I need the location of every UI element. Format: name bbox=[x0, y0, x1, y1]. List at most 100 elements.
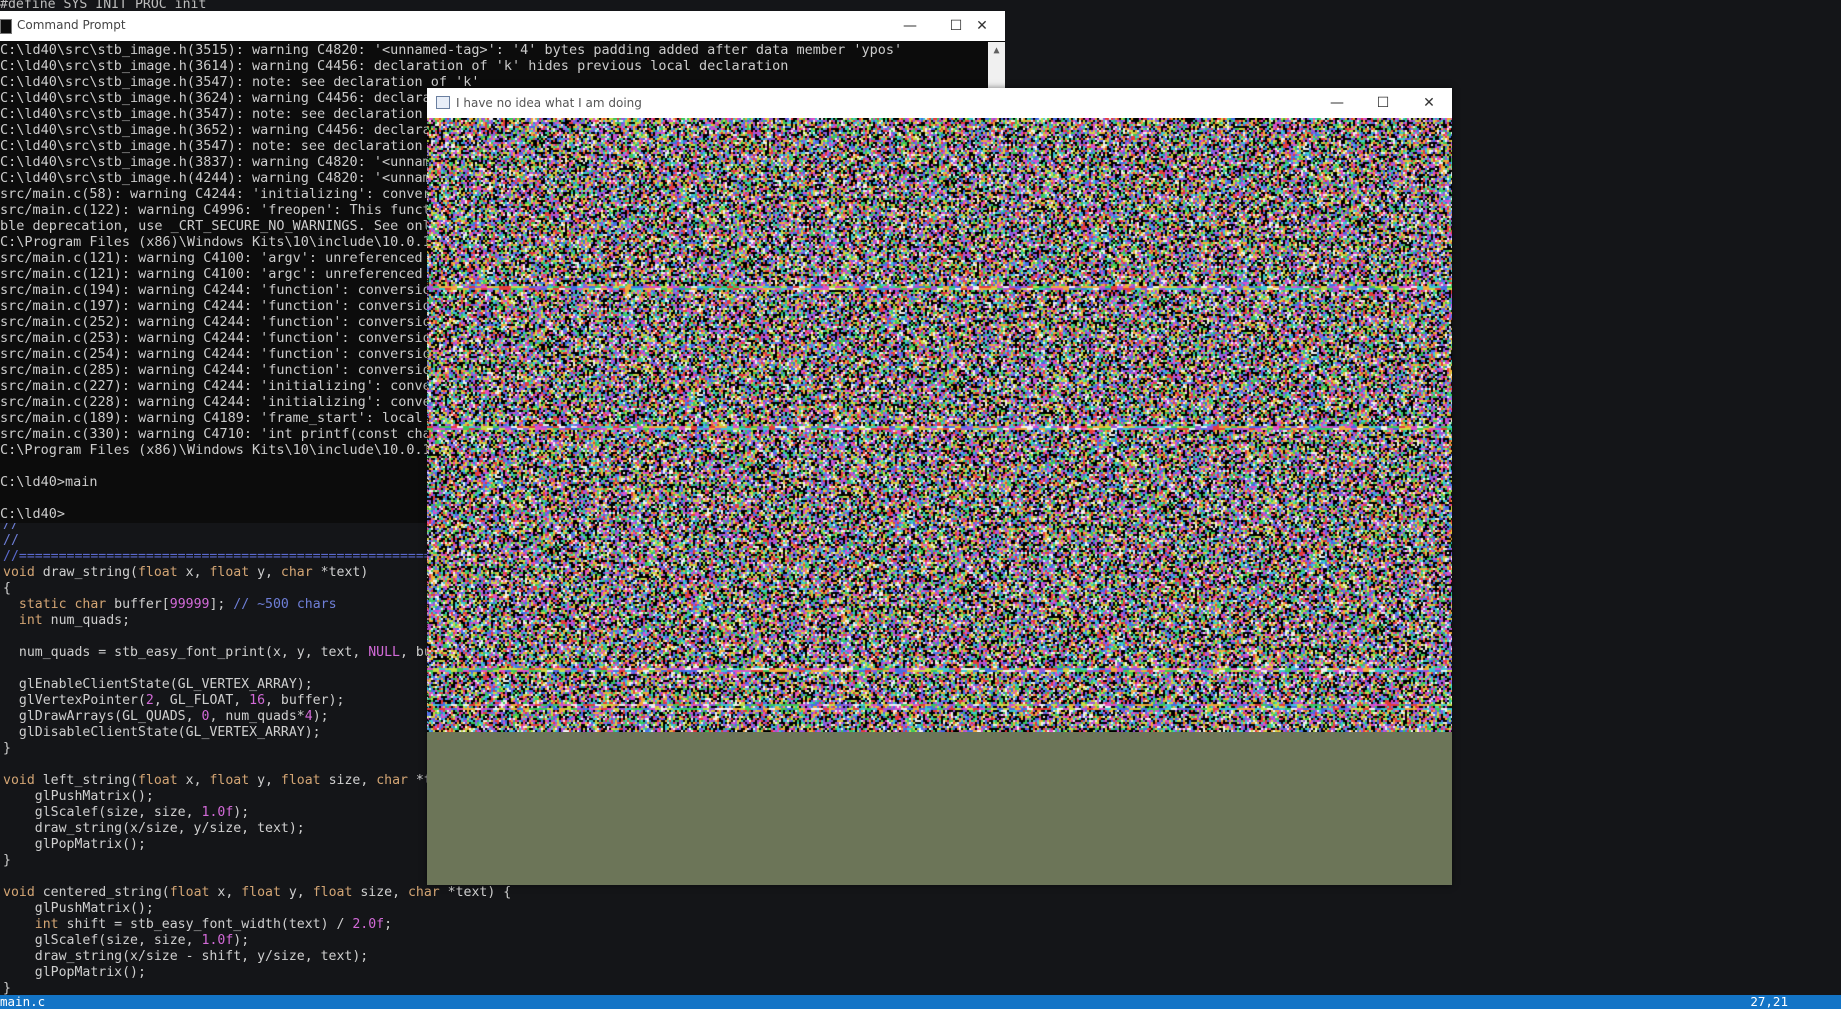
code-token: // bbox=[3, 533, 19, 548]
cmd-close-button[interactable]: ✕ bbox=[959, 11, 1005, 41]
code-token: ]; bbox=[209, 597, 234, 612]
code-token: char bbox=[280, 565, 313, 580]
code-token: , buffer); bbox=[265, 693, 345, 708]
garbled-texture-render bbox=[427, 118, 1452, 732]
minimize-icon: — bbox=[903, 18, 917, 34]
code-token: static char bbox=[18, 597, 107, 612]
cmd-titlebar[interactable]: Command Prompt — ☐ ✕ bbox=[0, 11, 1005, 41]
code-line: draw_string(x/size - shift, y/size, text… bbox=[3, 949, 606, 965]
code-token: glEnableClientState(GL_VERTEX_ARRAY); bbox=[3, 677, 313, 692]
code-token: NULL bbox=[368, 645, 400, 660]
code-token: *text) bbox=[312, 565, 369, 580]
code-token: x, bbox=[177, 565, 210, 580]
gl-close-button[interactable]: ✕ bbox=[1406, 88, 1452, 118]
code-token: 4 bbox=[304, 709, 313, 724]
code-token: size, bbox=[352, 885, 408, 900]
code-token: glPopMatrix(); bbox=[3, 837, 146, 852]
code-token: y, bbox=[249, 565, 281, 580]
code-token: int bbox=[34, 917, 59, 932]
code-token: float bbox=[137, 565, 178, 580]
status-bar: main.c 27,21 bbox=[0, 995, 1841, 1009]
code-token: float bbox=[209, 773, 250, 788]
code-token: float bbox=[280, 773, 321, 788]
code-token: void bbox=[3, 885, 35, 900]
code-token: left_string( bbox=[34, 773, 138, 788]
code-token: 1.0f bbox=[201, 805, 234, 820]
app-window-icon bbox=[436, 96, 450, 109]
code-token: void bbox=[3, 565, 35, 580]
code-token: glVertexPointer( bbox=[3, 693, 146, 708]
code-token: glDisableClientState(GL_VERTEX_ARRAY); bbox=[3, 725, 321, 740]
code-token: buffer[ bbox=[106, 597, 170, 612]
status-filename: main.c bbox=[0, 994, 46, 1009]
code-token: y, bbox=[280, 885, 313, 900]
code-token: 2 bbox=[145, 693, 154, 708]
cmd-minimize-button[interactable]: — bbox=[887, 11, 933, 41]
code-token: // ~500 chars bbox=[233, 597, 337, 612]
code-token: *text) { bbox=[439, 885, 512, 900]
code-token: size, bbox=[320, 773, 377, 788]
code-token: y, bbox=[249, 773, 281, 788]
code-token: } bbox=[3, 741, 11, 756]
code-token: float bbox=[209, 565, 250, 580]
code-token: //======================================… bbox=[3, 549, 472, 564]
minimize-icon: — bbox=[1330, 95, 1344, 111]
code-token: void bbox=[3, 773, 35, 788]
cmd-title: Command Prompt bbox=[17, 18, 126, 32]
code-token: x, bbox=[177, 773, 210, 788]
code-token: glPopMatrix(); bbox=[3, 965, 146, 980]
code-token: float bbox=[241, 885, 281, 900]
code-token: 99999 bbox=[169, 597, 210, 612]
status-cursor-position: 27,21 bbox=[1750, 994, 1788, 1009]
code-token: glPushMatrix(); bbox=[3, 901, 154, 916]
code-token: 16 bbox=[249, 693, 266, 708]
code-token: char bbox=[407, 885, 440, 900]
code-line: glPopMatrix(); bbox=[3, 965, 606, 981]
code-token: 1.0f bbox=[201, 933, 234, 948]
code-line: void centered_string(float x, float y, f… bbox=[3, 885, 606, 901]
code-token: , num_quads* bbox=[209, 709, 305, 724]
code-token: 2.0f bbox=[352, 917, 385, 932]
gl-render-area[interactable] bbox=[427, 118, 1452, 885]
code-token: ); bbox=[233, 933, 250, 948]
code-token: glScalef(size, size, bbox=[3, 933, 202, 948]
editor-top-line: #define SYS_INIT_PROC init bbox=[0, 0, 207, 10]
code-token: num_quads; bbox=[42, 613, 131, 628]
console-line: C:\ld40\src\stb_image.h(3614): warning C… bbox=[0, 58, 789, 74]
gl-titlebar[interactable]: I have no idea what I am doing — ☐ ✕ bbox=[427, 88, 1452, 118]
code-token: ); bbox=[233, 805, 250, 820]
code-token: } bbox=[3, 853, 11, 868]
gl-window[interactable]: I have no idea what I am doing — ☐ ✕ bbox=[427, 88, 1452, 885]
console-line: C:\ld40\src\stb_image.h(3515): warning C… bbox=[0, 42, 903, 58]
code-token: glPushMatrix(); bbox=[3, 789, 154, 804]
code-token: ); bbox=[312, 709, 329, 724]
code-token: int bbox=[18, 613, 43, 628]
code-token: char bbox=[376, 773, 408, 788]
close-icon: ✕ bbox=[976, 18, 988, 34]
code-token: draw_string(x/size, y/size, text); bbox=[3, 821, 305, 836]
close-icon: ✕ bbox=[1423, 95, 1435, 111]
code-token: float bbox=[169, 885, 210, 900]
gl-minimize-button[interactable]: — bbox=[1314, 88, 1360, 118]
code-token: float bbox=[137, 773, 178, 788]
gl-maximize-button[interactable]: ☐ bbox=[1360, 88, 1406, 118]
code-token: shift = stb_easy_font_width(text) / bbox=[58, 917, 353, 932]
scroll-up-arrow-icon[interactable]: ▲ bbox=[988, 42, 1005, 59]
code-token: ; bbox=[384, 917, 393, 932]
code-line: glScalef(size, size, 1.0f); bbox=[3, 933, 606, 949]
gl-window-title: I have no idea what I am doing bbox=[456, 96, 642, 110]
code-token: draw_string( bbox=[34, 565, 138, 580]
code-token: glDrawArrays(GL_QUADS, bbox=[3, 709, 202, 724]
code-token: float bbox=[312, 885, 353, 900]
code-token: num_quads = stb_easy_font_print(x, y, te… bbox=[3, 645, 369, 660]
code-token: glScalef(size, size, bbox=[3, 805, 202, 820]
code-token: , GL_FLOAT, bbox=[153, 693, 250, 708]
console-icon bbox=[0, 19, 12, 34]
maximize-icon: ☐ bbox=[1376, 95, 1390, 111]
code-token: x, bbox=[209, 885, 242, 900]
code-token: centered_string( bbox=[34, 885, 170, 900]
code-line: int shift = stb_easy_font_width(text) / … bbox=[3, 917, 606, 933]
